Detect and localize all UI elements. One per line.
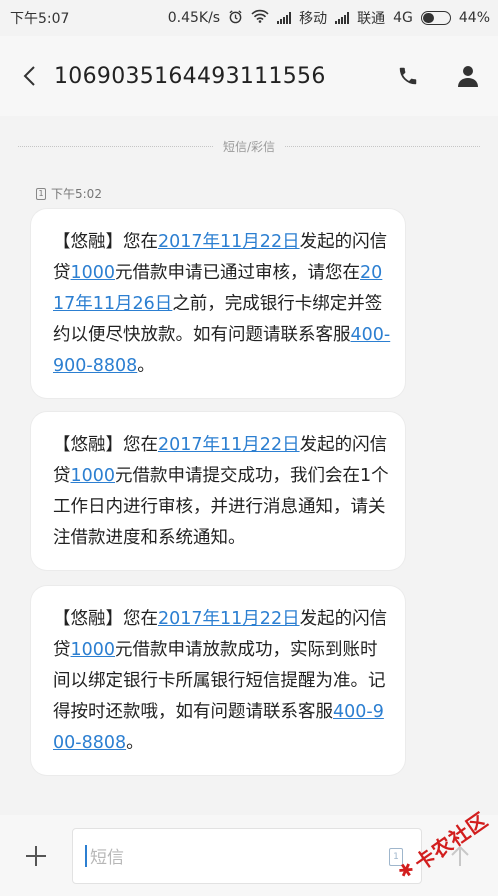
battery-level [422, 13, 435, 23]
message-text: 【悠融】您在 [53, 435, 158, 455]
date-link[interactable]: 2017年11月22日 [158, 232, 300, 252]
status-time: 下午5:07 [10, 11, 70, 27]
divider-line [285, 145, 481, 147]
message-text: 【悠融】您在 [53, 232, 158, 252]
message-text: 元借款申请已通过审核，请您在 [115, 263, 361, 283]
phone-icon[interactable] [378, 65, 438, 87]
date-link[interactable]: 2017年11月22日 [158, 609, 300, 629]
signal-icon [335, 12, 350, 24]
timestamp-text: 下午5:02 [51, 187, 102, 201]
battery-icon [420, 11, 451, 25]
input-placeholder: 短信 [90, 848, 124, 868]
wifi-icon [251, 9, 269, 27]
message-timestamp: 1 下午5:02 [36, 185, 102, 202]
divider-label: 短信/彩信 [222, 139, 276, 154]
contact-number: 1069035164493111556 [54, 63, 326, 89]
network-speed: 0.45K/s [167, 10, 221, 26]
message-input[interactable]: 短信 1 [72, 827, 422, 884]
conversation-header: 1069035164493111556 [0, 36, 498, 116]
battery-percent: 44% [458, 10, 490, 26]
text-cursor [85, 844, 87, 867]
amount-link[interactable]: 1000 [71, 263, 116, 283]
message-type-divider: 短信/彩信 [18, 134, 481, 158]
signal-icon [277, 12, 292, 24]
message-text: 。 [126, 733, 144, 753]
message-bubble[interactable]: 【悠融】您在2017年11月22日发起的闪信贷1000元借款申请放款成功，实际到… [31, 586, 405, 775]
date-link[interactable]: 2017年11月22日 [158, 435, 300, 455]
message-bubble[interactable]: 【悠融】您在2017年11月22日发起的闪信贷1000元借款申请提交成功，我们会… [31, 412, 405, 570]
alarm-icon [228, 9, 243, 28]
carrier-1: 移动 [299, 11, 328, 27]
amount-link[interactable]: 1000 [71, 640, 116, 660]
carrier-2: 联通 [357, 11, 386, 27]
message-text: 。 [137, 356, 155, 376]
message-bubble[interactable]: 【悠融】您在2017年11月22日发起的闪信贷1000元借款申请已通过审核，请您… [31, 209, 405, 398]
amount-link[interactable]: 1000 [71, 466, 116, 486]
status-indicators: 0.45K/s 移动 联通 4G 44% [168, 8, 490, 28]
status-bar: 下午5:07 0.45K/s 移动 联通 4G 44% [0, 0, 498, 36]
network-type: 4G [393, 10, 413, 26]
contact-icon[interactable] [438, 65, 498, 87]
back-icon[interactable] [6, 65, 54, 87]
message-text: 【悠融】您在 [53, 609, 158, 629]
sim-card-icon: 1 [36, 187, 46, 200]
divider-line [18, 145, 213, 147]
add-attachment-icon[interactable] [0, 845, 72, 867]
